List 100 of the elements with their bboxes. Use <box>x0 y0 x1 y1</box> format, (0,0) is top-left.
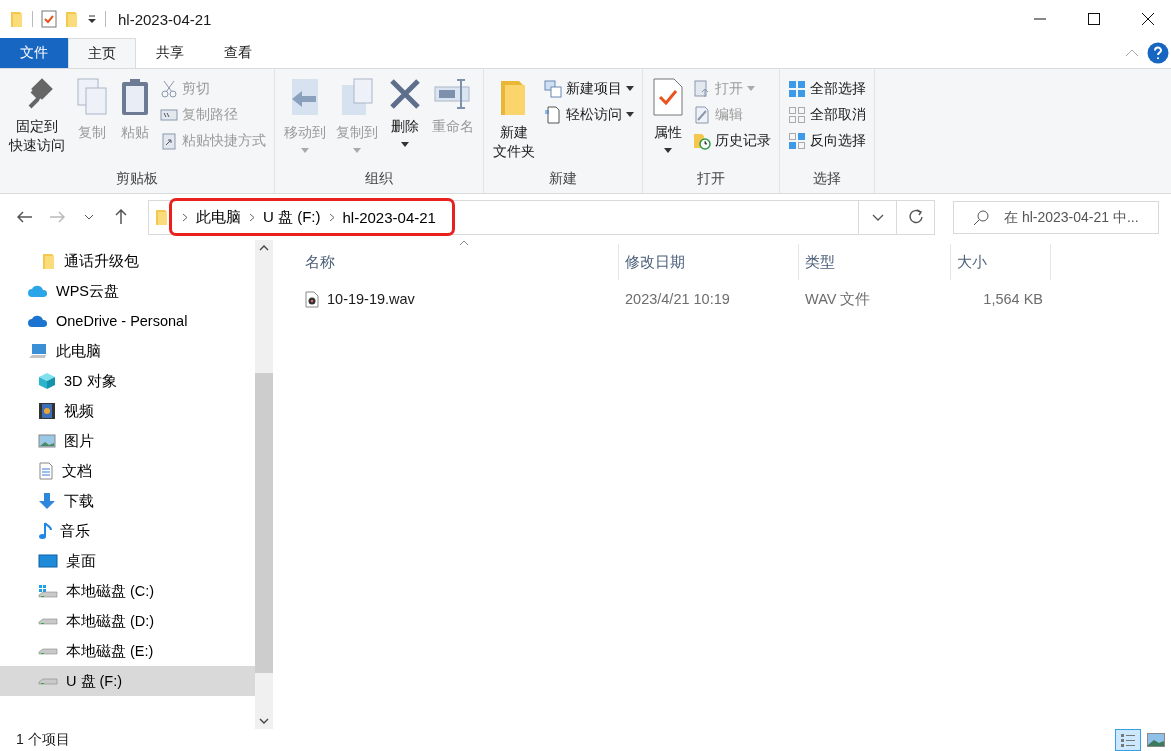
ribbon-button[interactable]: 新建 文件夹 <box>490 75 538 167</box>
column-header[interactable]: 修改日期 <box>619 244 799 280</box>
dropdown-icon <box>87 15 97 23</box>
sidebar-item[interactable]: 视频 <box>0 396 255 426</box>
open-icon <box>693 79 711 98</box>
sidebar-item[interactable]: 本地磁盘 (C:) <box>0 576 255 606</box>
sidebar-item[interactable]: 图片 <box>0 426 255 456</box>
drive-icon <box>38 647 58 655</box>
close-icon <box>1142 13 1154 25</box>
sidebar-item[interactable]: 本地磁盘 (D:) <box>0 606 255 636</box>
scroll-up-icon[interactable] <box>259 245 269 251</box>
group-label: 打开 <box>696 169 726 188</box>
caret-icon <box>626 86 634 91</box>
ribbon-tab[interactable]: 主页 <box>68 38 136 68</box>
audio-file-icon <box>305 290 319 308</box>
new-item-icon <box>544 79 562 98</box>
chevron-down-icon <box>871 213 884 221</box>
group-label: 选择 <box>812 169 842 188</box>
item-count: 1 个项目 <box>16 731 70 749</box>
sort-caret-icon <box>458 240 469 246</box>
address-bar[interactable]: 此电脑 U 盘 (F:) hl-2023-04-21 <box>148 199 935 235</box>
column-header[interactable]: 名称 <box>299 244 619 280</box>
details-view-button[interactable] <box>1115 729 1141 751</box>
maximize-icon <box>1088 13 1100 25</box>
sidebar-item[interactable]: U 盘 (F:) <box>0 666 255 696</box>
folder-icon <box>65 10 79 28</box>
ribbon-button[interactable]: 轻松访问 <box>542 103 636 126</box>
sidebar-item[interactable]: 3D 对象 <box>0 366 255 396</box>
collapse-icon <box>1125 49 1139 57</box>
sidebar-item[interactable]: OneDrive - Personal <box>0 306 255 336</box>
ribbon-button[interactable]: 删除 <box>385 75 425 167</box>
window-title: hl-2023-04-21 <box>118 10 212 28</box>
cloud-icon <box>28 314 48 328</box>
down-arrow-icon <box>38 492 56 510</box>
invert-selection-icon <box>788 131 806 150</box>
document-icon <box>544 105 562 124</box>
cube-icon <box>38 372 56 390</box>
minimize-icon <box>1034 18 1046 20</box>
ribbon-button[interactable]: 固定到 快速访问 <box>6 75 68 167</box>
folder-icon <box>42 252 56 270</box>
chevron-down-icon <box>84 214 94 220</box>
ribbon-button[interactable]: 历史记录 <box>691 129 773 152</box>
file-size: 1,564 KB <box>982 291 1044 307</box>
sidebar-item[interactable]: 通话升级包 <box>0 246 255 276</box>
search-field[interactable]: 在 hl-2023-04-21 中... <box>953 200 1159 234</box>
film-icon <box>38 402 56 420</box>
history-icon <box>693 131 711 150</box>
properties-icon <box>652 77 684 117</box>
ribbon-button[interactable]: 属性 <box>649 75 687 167</box>
breadcrumb[interactable]: U 盘 (F:) <box>261 207 323 227</box>
shortcut-icon <box>160 131 178 150</box>
picture-icon <box>38 433 56 449</box>
help-icon[interactable] <box>1147 42 1169 64</box>
forward-arrow-icon <box>49 211 65 223</box>
back-arrow-icon <box>17 211 33 223</box>
column-header[interactable]: 大小 <box>951 244 1051 280</box>
scissors-icon <box>160 79 178 98</box>
ribbon-button[interactable]: 全部选择 <box>786 77 868 100</box>
sidebar-item[interactable]: 文档 <box>0 456 255 486</box>
chevron-icon <box>249 212 255 222</box>
ribbon-button[interactable]: 新建项目 <box>542 77 636 100</box>
sidebar-item[interactable]: 本地磁盘 (E:) <box>0 636 255 666</box>
file-row[interactable]: 10-19-19.wav 2023/4/21 10:19 WAV 文件 1,564 KB <box>299 284 1171 314</box>
sidebar-item[interactable]: WPS云盘 <box>0 276 255 306</box>
up-arrow-icon <box>115 209 127 225</box>
drive-icon <box>38 617 58 625</box>
ribbon-button[interactable]: 反向选择 <box>786 129 868 152</box>
document-icon <box>38 462 54 480</box>
group-label: 新建 <box>548 169 578 188</box>
select-none-icon <box>788 105 806 124</box>
breadcrumb[interactable]: 此电脑 <box>194 207 243 227</box>
folder-icon <box>155 208 169 226</box>
caret-icon <box>301 148 309 153</box>
ribbon-tab[interactable]: 文件 <box>0 38 68 68</box>
group-label: 剪贴板 <box>115 169 159 188</box>
delete-icon <box>388 77 422 111</box>
edit-icon <box>693 105 711 124</box>
breadcrumb[interactable]: hl-2023-04-21 <box>340 208 438 226</box>
copy-to-icon <box>340 77 374 117</box>
desktop-icon <box>38 553 58 569</box>
sidebar-item[interactable]: 桌面 <box>0 546 255 576</box>
drive-icon <box>38 677 58 685</box>
chevron-icon <box>182 212 188 222</box>
ribbon-button[interactable]: 全部取消 <box>786 103 868 126</box>
scroll-down-icon[interactable] <box>259 718 269 724</box>
scrollbar[interactable] <box>255 240 273 729</box>
sidebar-item[interactable]: 此电脑 <box>0 336 255 366</box>
caret-icon <box>401 142 409 147</box>
caret-icon <box>664 148 672 153</box>
sidebar-item[interactable]: 音乐 <box>0 516 255 546</box>
music-note-icon <box>38 522 52 540</box>
search-icon <box>973 209 989 226</box>
rename-icon <box>433 77 473 111</box>
caret-icon <box>626 112 634 117</box>
checkmark-document-icon <box>41 10 57 28</box>
sidebar-item[interactable]: 下载 <box>0 486 255 516</box>
caret-icon <box>747 86 755 91</box>
windows-drive-icon <box>38 584 58 598</box>
chevron-icon <box>328 212 335 222</box>
column-header[interactable]: 类型 <box>799 244 951 280</box>
